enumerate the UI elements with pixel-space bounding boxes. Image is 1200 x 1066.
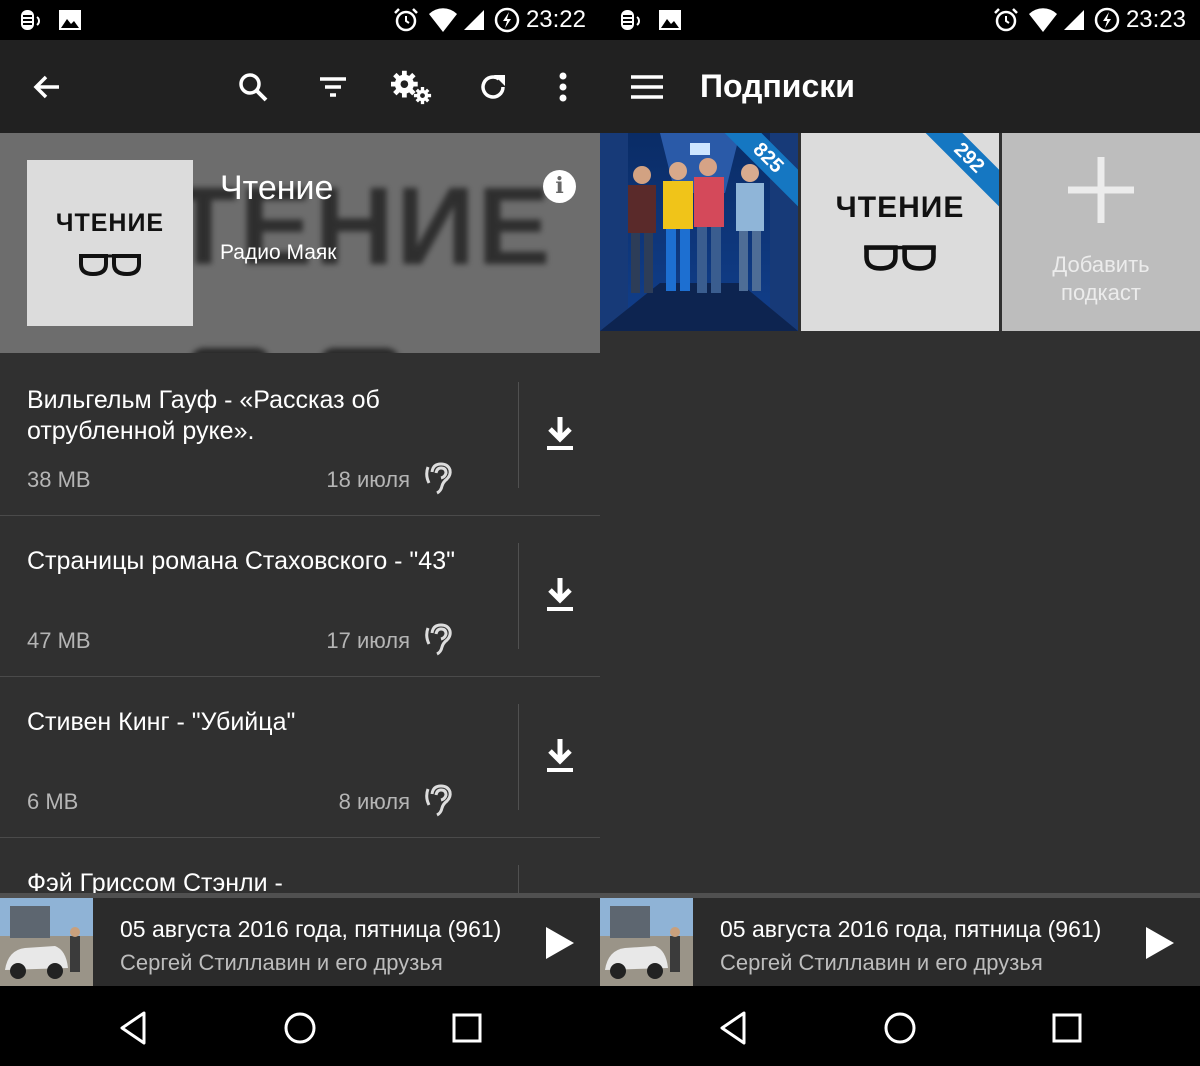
mini-player[interactable]: 05 августа 2016 года, пятница (961) Серг… (0, 893, 600, 986)
ear-icon (425, 623, 452, 656)
cell-signal-icon (464, 10, 484, 30)
image-notification-icon (59, 10, 81, 30)
podcast-title: Чтение (220, 169, 334, 207)
subscription-tile[interactable]: 825 (600, 133, 798, 331)
hamburger-menu-icon (631, 75, 663, 99)
now-playing-subtitle: Сергей Стиллавин и его друзья (120, 950, 443, 975)
episode-title: Фэй Гриссом Стэнли - (27, 869, 283, 893)
episode-date: 18 июля (326, 467, 410, 492)
navigation-drawer-button[interactable] (626, 66, 668, 108)
clock: 23:22 (525, 6, 586, 33)
download-button[interactable] (538, 576, 582, 616)
refresh-icon (481, 75, 505, 99)
voice-recorder-notification-icon (21, 10, 40, 30)
episode-size: 6 MB (27, 789, 79, 814)
ear-icon (425, 462, 452, 495)
play-button[interactable] (1140, 923, 1180, 963)
arrow-back-icon (33, 75, 59, 99)
filter-button[interactable] (312, 66, 354, 108)
episode-size: 47 MB (27, 628, 91, 653)
plus-icon (1068, 157, 1134, 223)
podcast-author: Радио Маяк (220, 241, 337, 264)
episode-row[interactable]: Стивен Кинг - "Убийца" 6 MB 8 июля (0, 677, 600, 838)
divider (518, 865, 519, 893)
overflow-menu-button[interactable] (542, 66, 584, 108)
subscription-tile[interactable]: ЧТЕНИЕ 292 (801, 133, 999, 331)
cell-signal-icon (1064, 10, 1084, 30)
status-bar: 23:23 (600, 0, 1200, 40)
now-playing-subtitle: Сергей Стиллавин и его друзья (720, 950, 1043, 975)
nav-back-button[interactable] (714, 1008, 754, 1048)
filter-icon (320, 77, 346, 97)
ear-icon (425, 784, 452, 817)
nav-recents-button[interactable] (447, 1008, 487, 1048)
alarm-icon (394, 8, 418, 32)
battery-charging-icon (494, 7, 520, 33)
episode-list: Вильгельм Гауф - «Рассказ об отрубленной… (0, 355, 600, 893)
now-playing-thumbnail (600, 898, 693, 986)
search-button[interactable] (232, 66, 274, 108)
toolbar: Подписки (600, 40, 1200, 133)
now-playing-title: 05 августа 2016 года, пятница (961) (120, 916, 502, 942)
battery-charging-icon (1094, 7, 1120, 33)
glasses-icon (864, 245, 936, 271)
add-podcast-label-line1: Добавить (1052, 252, 1150, 277)
podcast-header: ТЕНИЕ ЧТЕНИЕ Чтение Радио Маяк i (0, 133, 600, 353)
back-button[interactable] (26, 66, 68, 108)
status-bar: 23:22 (0, 0, 600, 40)
cover-title: ЧТЕНИЕ (835, 191, 965, 224)
navigation-bar (0, 986, 600, 1066)
podcast-cover: ЧТЕНИЕ (27, 160, 193, 326)
episode-title: Вильгельм Гауф - «Рассказ об отрубленной… (27, 386, 380, 445)
more-vert-icon (559, 72, 567, 102)
now-playing-title: 05 августа 2016 года, пятница (961) (720, 916, 1102, 942)
toolbar (0, 40, 600, 133)
add-podcast-tile[interactable]: Добавить подкаст (1002, 133, 1200, 331)
podcast-settings-button[interactable] (391, 66, 433, 108)
nav-home-button[interactable] (880, 1008, 920, 1048)
download-button[interactable] (538, 737, 582, 777)
navigation-bar (600, 986, 1200, 1066)
clock: 23:23 (1125, 6, 1186, 33)
glasses-icon (79, 253, 141, 276)
mini-player[interactable]: 05 августа 2016 года, пятница (961) Серг… (600, 893, 1200, 986)
episode-title: Стивен Кинг - "Убийца" (27, 708, 296, 736)
cover-title: ЧТЕНИЕ (55, 208, 165, 237)
play-button[interactable] (540, 923, 580, 963)
episode-date: 8 июля (338, 789, 410, 814)
alarm-icon (994, 8, 1018, 32)
episode-row[interactable]: Фэй Гриссом Стэнли - (0, 838, 600, 893)
episode-size: 38 MB (27, 467, 91, 492)
info-button[interactable]: i (543, 170, 576, 203)
download-button[interactable] (538, 415, 582, 455)
subscriptions-grid: 825 ЧТЕНИЕ 292 Добавить подкаст (600, 133, 1200, 331)
episode-date: 17 июля (326, 628, 410, 653)
refresh-button[interactable] (472, 66, 514, 108)
episode-title: Страницы романа Стаховского - "43" (27, 547, 455, 575)
add-podcast-label: Добавить подкаст (1002, 251, 1200, 307)
divider (518, 543, 519, 649)
nav-back-button[interactable] (114, 1008, 154, 1048)
wifi-icon (429, 8, 457, 33)
divider (518, 704, 519, 810)
screen-title: Подписки (700, 68, 855, 104)
wifi-icon (1029, 8, 1057, 33)
episode-row[interactable]: Страницы романа Стаховского - "43" 47 MB… (0, 516, 600, 677)
search-icon (239, 73, 268, 102)
podcast-detail-screen: 23:22 ТЕНИЕ ЧТЕНИЕ Чтение Радио Маяк i В… (0, 0, 600, 1066)
subscriptions-screen: 23:23 Подписки 825 ЧТЕНИЕ 292 Добавить п… (600, 0, 1200, 1066)
divider (518, 382, 519, 488)
episode-row[interactable]: Вильгельм Гауф - «Рассказ об отрубленной… (0, 355, 600, 516)
now-playing-thumbnail (0, 898, 93, 986)
voice-recorder-notification-icon (621, 10, 640, 30)
nav-recents-button[interactable] (1047, 1008, 1087, 1048)
gears-icon (391, 70, 432, 105)
nav-home-button[interactable] (280, 1008, 320, 1048)
add-podcast-label-line2: подкаст (1061, 280, 1141, 305)
blurred-glasses-image (193, 348, 397, 353)
image-notification-icon (659, 10, 681, 30)
